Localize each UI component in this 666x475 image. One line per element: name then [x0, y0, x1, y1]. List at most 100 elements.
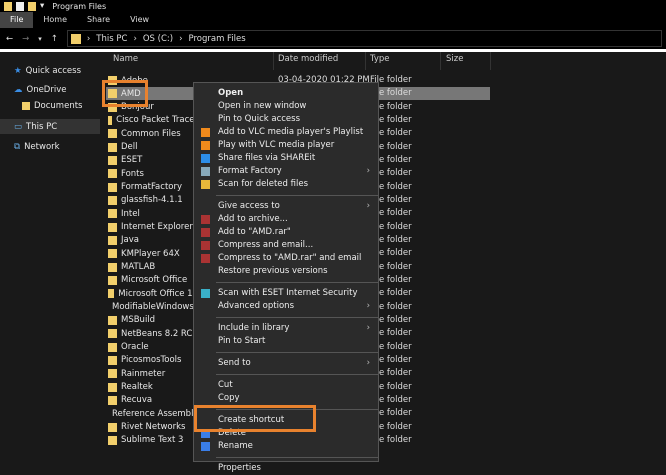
column-divider[interactable]	[365, 52, 366, 70]
menu-item-compress-to-amd-rar-and-email[interactable]: Compress to "AMD.rar" and email	[194, 252, 378, 265]
breadcrumb-program-files[interactable]: Program Files	[188, 34, 245, 44]
menu-item-send-to[interactable]: Send to ›	[194, 357, 378, 370]
menu-item-cut[interactable]: Cut	[194, 379, 378, 392]
file-name: Realtek	[121, 382, 153, 393]
file-name: Java	[121, 235, 139, 246]
menu-item-label: Restore previous versions	[218, 266, 328, 276]
sidebar-item-documents[interactable]: Documents	[22, 98, 82, 113]
menu-item-copy[interactable]: Copy	[194, 392, 378, 405]
folder-icon	[108, 195, 117, 205]
chevron-icon: ›	[179, 33, 183, 44]
format-factory-icon	[201, 167, 210, 176]
file-row[interactable]: Dell	[108, 141, 198, 154]
file-row[interactable]: Reference Assemblies	[108, 407, 198, 420]
new-folder-icon[interactable]	[28, 1, 36, 11]
file-name: Rainmeter	[121, 368, 166, 379]
menu-item-label: Share files via SHAREit	[218, 153, 316, 163]
menu-item-format-factory[interactable]: Format Factory ›	[194, 165, 378, 178]
file-row[interactable]: ModifiableWindowsApps	[108, 301, 198, 314]
menu-item-scan-with-eset-internet-security[interactable]: Scan with ESET Internet Security	[194, 287, 378, 300]
column-header-name[interactable]: Name	[113, 54, 138, 68]
sidebar-item-quick-access[interactable]: ★ Quick access	[14, 63, 81, 78]
tab-view[interactable]: View	[120, 12, 159, 28]
breadcrumb-this-pc[interactable]: This PC	[96, 34, 127, 44]
menu-item-compress-and-email[interactable]: Compress and email...	[194, 239, 378, 252]
file-row[interactable]: Realtek	[108, 381, 198, 394]
file-row[interactable]: Recuva	[108, 394, 198, 407]
column-header-date[interactable]: Date modified	[278, 54, 338, 68]
menu-item-open-in-new-window[interactable]: Open in new window	[194, 100, 378, 113]
file-name: Reference Assemblies	[112, 408, 198, 419]
column-header-type[interactable]: Type	[370, 54, 390, 68]
menu-item-add-to-archive[interactable]: Add to archive...	[194, 213, 378, 226]
ribbon-tabs: File Home Share View	[0, 12, 666, 28]
file-row[interactable]: Sublime Text 3	[108, 434, 198, 447]
file-row[interactable]: Cisco Packet Tracer	[108, 114, 198, 127]
sidebar-item-onedrive[interactable]: ☁ OneDrive	[14, 82, 66, 97]
recent-locations-icon[interactable]: ▾	[38, 35, 42, 43]
file-row[interactable]: Oracle	[108, 341, 198, 354]
tab-home[interactable]: Home	[33, 12, 77, 28]
menu-item-rename[interactable]: Rename	[194, 440, 378, 453]
file-row[interactable]: MSBuild	[108, 314, 198, 327]
menu-item-label: Properties	[218, 463, 261, 473]
file-row[interactable]: KMPlayer 64X	[108, 247, 198, 260]
folder-icon	[108, 355, 117, 365]
file-row[interactable]: Microsoft Office 15	[108, 287, 198, 300]
file-row[interactable]: Internet Explorer	[108, 221, 198, 234]
tab-share[interactable]: Share	[77, 12, 120, 28]
menu-item-include-in-library[interactable]: Include in library ›	[194, 322, 378, 335]
file-row[interactable]: NetBeans 8.2 RC	[108, 327, 198, 340]
file-row[interactable]: Rivet Networks	[108, 421, 198, 434]
file-row[interactable]: PicosmosTools	[108, 354, 198, 367]
star-icon: ★	[14, 65, 22, 76]
file-row[interactable]: Java	[108, 234, 198, 247]
menu-item-add-to-amd-rar[interactable]: Add to "AMD.rar"	[194, 226, 378, 239]
menu-item-give-access-to[interactable]: Give access to ›	[194, 200, 378, 213]
file-row[interactable]: MATLAB	[108, 261, 198, 274]
menu-item-restore-previous-versions[interactable]: Restore previous versions	[194, 265, 378, 278]
menu-item-label: Scan with ESET Internet Security	[218, 288, 358, 298]
column-header-size[interactable]: Size	[446, 54, 463, 68]
forward-icon[interactable]: →	[22, 34, 29, 44]
properties-icon[interactable]	[16, 1, 24, 11]
menu-item-pin-to-quick-access[interactable]: Pin to Quick access	[194, 113, 378, 126]
menu-item-label: Pin to Quick access	[218, 114, 301, 124]
up-icon[interactable]: ↑	[51, 34, 58, 44]
menu-item-open[interactable]: Open	[194, 87, 378, 100]
address-bar[interactable]: › This PC › OS (C:) › Program Files	[66, 30, 662, 47]
menu-item-share-files-via-shareit[interactable]: Share files via SHAREit	[194, 152, 378, 165]
menu-item-label: Give access to	[218, 201, 280, 211]
file-name: ModifiableWindowsApps	[112, 302, 198, 313]
menu-item-pin-to-start[interactable]: Pin to Start	[194, 335, 378, 348]
column-divider[interactable]	[273, 52, 274, 70]
menu-item-properties[interactable]: Properties	[194, 462, 378, 475]
menu-item-scan-for-deleted-files[interactable]: Scan for deleted files	[194, 178, 378, 191]
file-name: KMPlayer 64X	[121, 248, 180, 259]
menu-item-play-with-vlc-media-player[interactable]: Play with VLC media player	[194, 139, 378, 152]
file-row[interactable]: Microsoft Office	[108, 274, 198, 287]
file-row[interactable]: FormatFactory	[108, 181, 198, 194]
sidebar-item-network[interactable]: ⧉ Network	[14, 139, 60, 154]
file-row[interactable]: Fonts	[108, 167, 198, 180]
file-row[interactable]: Common Files	[108, 127, 198, 140]
file-row[interactable]: Intel	[108, 207, 198, 220]
sidebar-item-label: Quick access	[25, 65, 82, 76]
menu-item-add-to-vlc-media-player-s-playlist[interactable]: Add to VLC media player's Playlist	[194, 126, 378, 139]
back-icon[interactable]: ←	[6, 34, 13, 44]
customize-toolbar-icon[interactable]: ▾	[40, 1, 44, 11]
chevron-icon: ›	[133, 33, 137, 44]
file-name: Rivet Networks	[121, 422, 186, 433]
menu-item-advanced-options[interactable]: Advanced options ›	[194, 300, 378, 313]
column-divider[interactable]	[490, 52, 491, 70]
column-divider[interactable]	[440, 52, 441, 70]
file-row[interactable]: glassfish-4.1.1	[108, 194, 198, 207]
menu-item-label: Copy	[218, 393, 240, 403]
sidebar-item-this-pc[interactable]: ▭ This PC	[0, 119, 100, 134]
file-row[interactable]: Rainmeter	[108, 367, 198, 380]
breadcrumb-os-c[interactable]: OS (C:)	[143, 34, 173, 44]
window-title: Program Files	[52, 1, 107, 11]
tab-file[interactable]: File	[0, 12, 34, 28]
file-row[interactable]: ESET	[108, 154, 198, 167]
navigation-pane: ★ Quick access ☁ OneDrive Documents ▭ This …	[0, 52, 100, 450]
